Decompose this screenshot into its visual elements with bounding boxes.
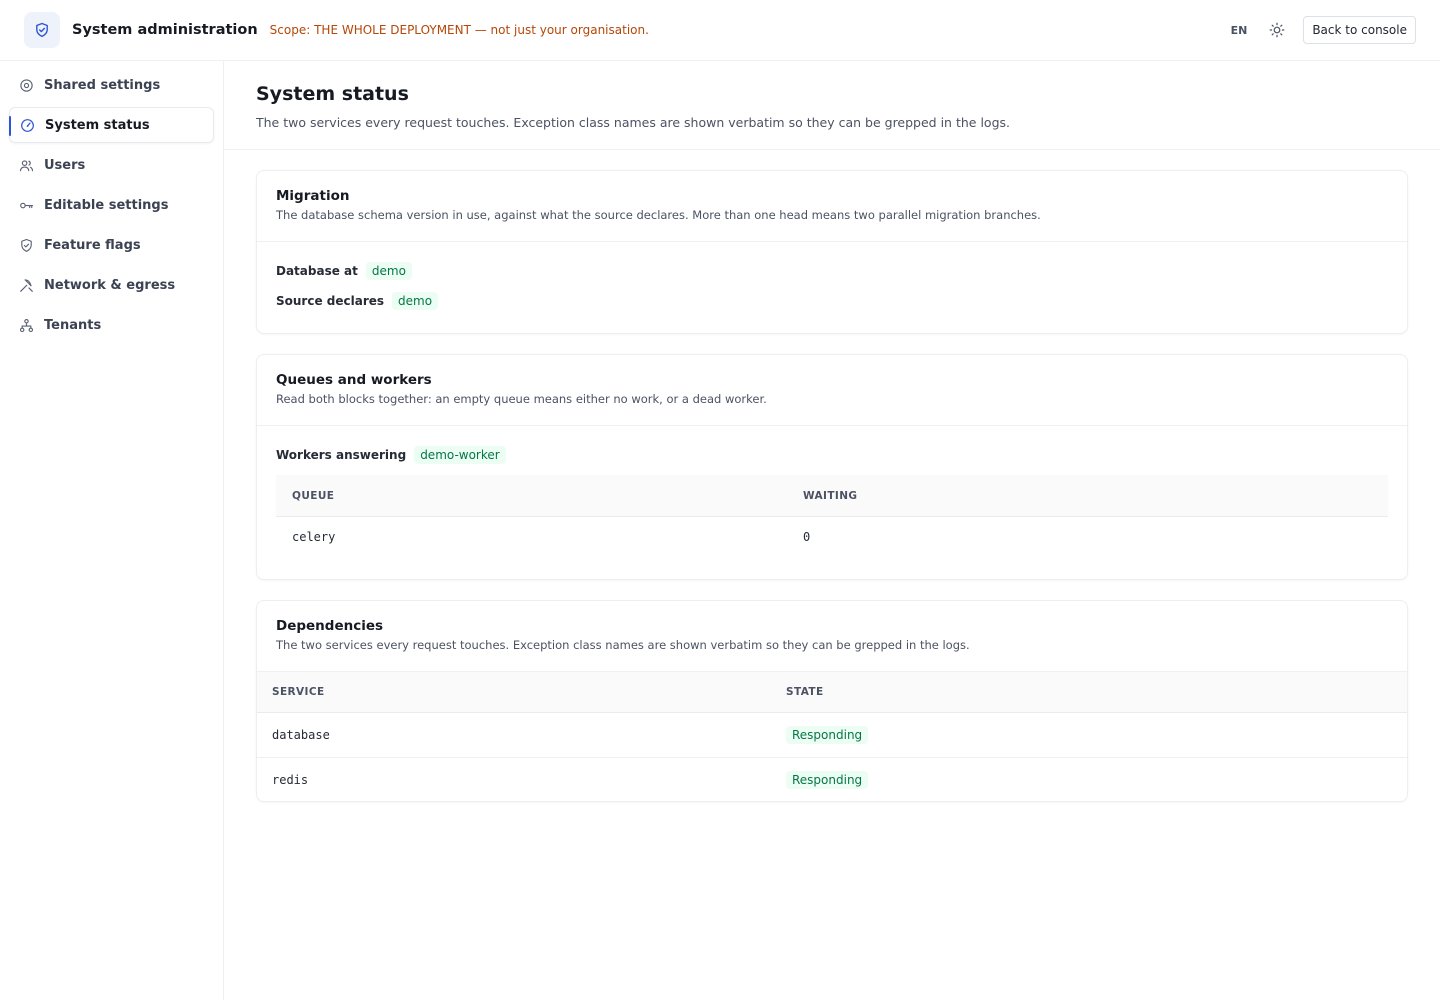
table-row: database Responding	[257, 713, 1407, 758]
column-header-waiting: WAITING	[803, 489, 858, 502]
queue-name: celery	[292, 530, 336, 544]
gauge-icon	[19, 117, 35, 133]
sidebar-item-system-status[interactable]: System status	[9, 107, 214, 143]
gear-icon	[18, 77, 34, 93]
sidebar-item-label: Network & egress	[44, 277, 176, 293]
database-version-badge: demo	[365, 262, 412, 280]
status-badge: Responding	[786, 726, 869, 744]
worker-badge: demo-worker	[414, 446, 506, 464]
theme-toggle-button[interactable]	[1267, 20, 1287, 40]
sidebar-item-label: Users	[44, 157, 86, 173]
sidebar-item-label: Shared settings	[44, 77, 161, 93]
page-header: System status The two services every req…	[224, 61, 1440, 150]
column-header-state: STATE	[786, 686, 824, 698]
card-title: Dependencies	[276, 618, 384, 634]
network-icon	[18, 277, 34, 293]
column-header-queue: QUEUE	[292, 489, 335, 502]
card-title: Migration	[276, 188, 350, 204]
sidebar-item-editable-settings[interactable]: Editable settings	[9, 187, 214, 223]
queue-waiting-count: 0	[803, 530, 811, 544]
sidebar-item-feature-flags[interactable]: Feature flags	[9, 227, 214, 263]
table-row: redis Responding	[257, 758, 1407, 801]
sitemap-icon	[18, 317, 34, 333]
card-title: Queues and workers	[276, 372, 432, 388]
service-name: redis	[272, 773, 309, 787]
users-icon	[18, 157, 34, 173]
main-content: System status The two services every req…	[224, 61, 1440, 1000]
service-name: database	[272, 728, 330, 742]
sidebar-item-label: Feature flags	[44, 237, 141, 253]
table-header: SERVICE STATE	[257, 672, 1407, 713]
sidebar-item-network-egress[interactable]: Network & egress	[9, 267, 214, 303]
scope-warning: Scope: THE WHOLE DEPLOYMENT — not just y…	[269, 23, 649, 37]
dependencies-card: Dependencies The two services every requ…	[256, 600, 1408, 802]
language-switch[interactable]: EN	[1231, 24, 1248, 37]
sidebar-item-shared-settings[interactable]: Shared settings	[9, 67, 214, 103]
page-title: System status	[256, 83, 409, 105]
queues-card: Queues and workers Read both blocks toge…	[256, 354, 1408, 580]
dependencies-table: SERVICE STATE database Responding redis …	[257, 672, 1407, 801]
table-header: QUEUE WAITING	[276, 475, 1388, 517]
source-version-row: Source declares demo	[276, 292, 1388, 310]
source-label: Source declares	[276, 294, 385, 308]
shield-check-icon	[24, 12, 60, 48]
card-subtitle: Read both blocks together: an empty queu…	[276, 392, 767, 406]
sidebar-item-users[interactable]: Users	[9, 147, 214, 183]
sidebar-item-label: Tenants	[44, 317, 102, 333]
sun-icon	[1269, 22, 1285, 38]
workers-row: Workers answering demo-worker	[276, 446, 1388, 464]
workers-label: Workers answering	[276, 448, 407, 462]
card-subtitle: The database schema version in use, agai…	[276, 208, 1041, 222]
column-header-service: SERVICE	[272, 686, 325, 698]
sidebar-item-label: System status	[45, 117, 150, 133]
page-subtitle: The two services every request touches. …	[256, 115, 1010, 130]
shield-icon	[18, 237, 34, 253]
top-bar: System administration Scope: THE WHOLE D…	[0, 0, 1440, 61]
sidebar: Shared settings System status Users Edit…	[0, 61, 224, 1000]
app-title: System administration	[72, 22, 258, 38]
table-row: celery 0	[276, 517, 1388, 557]
source-version-badge: demo	[392, 292, 439, 310]
database-label: Database at	[276, 264, 358, 278]
database-version-row: Database at demo	[276, 262, 1388, 280]
status-badge: Responding	[786, 771, 869, 789]
sidebar-item-tenants[interactable]: Tenants	[9, 307, 214, 343]
key-icon	[18, 197, 34, 213]
back-to-console-button[interactable]: Back to console	[1303, 16, 1416, 44]
card-subtitle: The two services every request touches. …	[276, 638, 970, 652]
migration-card: Migration The database schema version in…	[256, 170, 1408, 334]
sidebar-item-label: Editable settings	[44, 197, 169, 213]
queues-table: QUEUE WAITING celery 0	[276, 475, 1388, 557]
